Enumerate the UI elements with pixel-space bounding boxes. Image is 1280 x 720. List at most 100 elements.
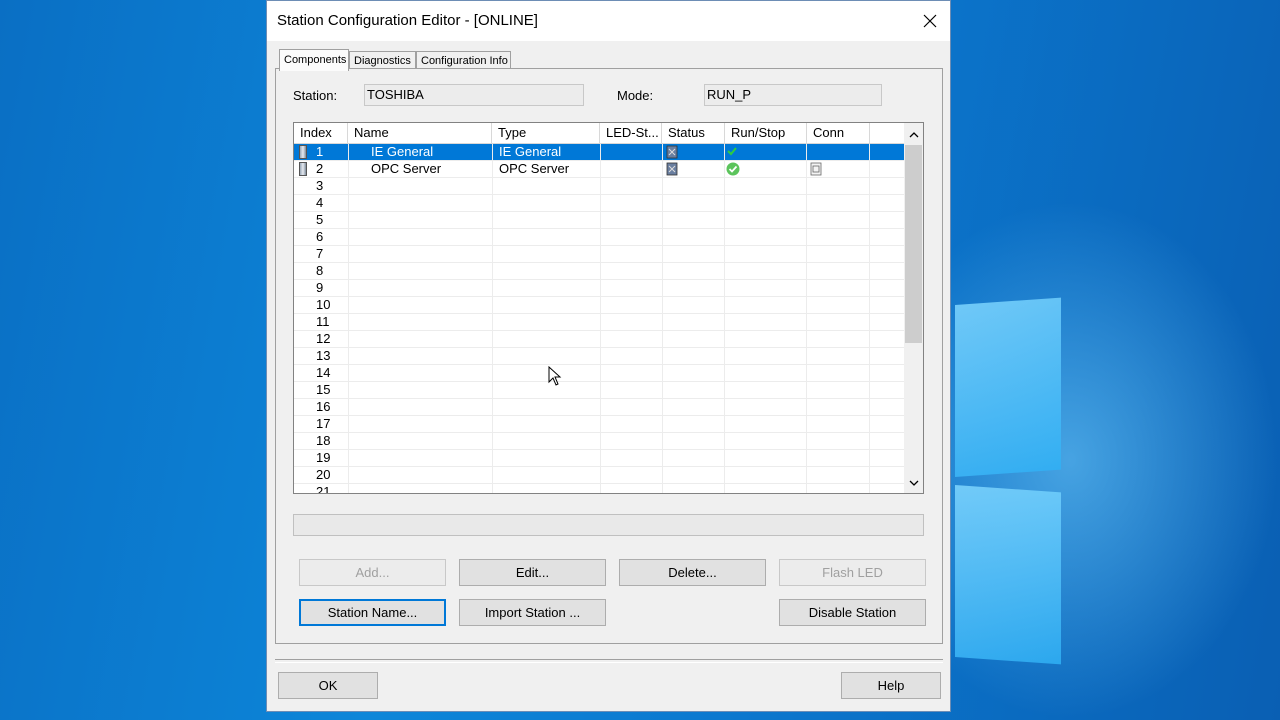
row-name [349, 263, 493, 279]
row-name [349, 229, 493, 245]
row-filler [870, 178, 904, 194]
row-index: 5 [294, 212, 349, 228]
row-status [663, 365, 725, 381]
table-row[interactable]: 11 [294, 314, 904, 331]
row-name: OPC Server [349, 161, 493, 177]
edit-button[interactable]: Edit... [459, 559, 606, 586]
row-status [663, 399, 725, 415]
table-row[interactable]: 9 [294, 280, 904, 297]
row-status [663, 195, 725, 211]
row-status [663, 297, 725, 313]
table-body: 1 IE General IE General 2 OPC Server OPC Serv… [294, 144, 904, 493]
table-row[interactable]: 13 [294, 348, 904, 365]
col-run-stop[interactable]: Run/Stop [725, 123, 807, 143]
help-button[interactable]: Help [841, 672, 941, 699]
row-led-status [601, 467, 663, 483]
vertical-scrollbar[interactable] [904, 123, 923, 493]
table-row[interactable]: 14 [294, 365, 904, 382]
table-row[interactable]: 16 [294, 399, 904, 416]
row-index: 14 [294, 365, 349, 381]
table-row[interactable]: 3 [294, 178, 904, 195]
table-row[interactable]: 1 IE General IE General [294, 144, 904, 161]
row-conn [807, 297, 870, 313]
row-conn [807, 178, 870, 194]
scroll-down-button[interactable] [904, 474, 923, 493]
station-name-button[interactable]: Station Name... [299, 599, 446, 626]
table-row[interactable]: 7 [294, 246, 904, 263]
row-conn [807, 246, 870, 262]
component-module-icon [299, 162, 307, 176]
connection-icon [810, 162, 822, 177]
row-run-stop [725, 263, 807, 279]
table-row[interactable]: 20 [294, 467, 904, 484]
row-status [663, 382, 725, 398]
table-row[interactable]: 19 [294, 450, 904, 467]
row-conn [807, 382, 870, 398]
tab-diagnostics[interactable]: Diagnostics [349, 51, 416, 69]
row-type: IE General [493, 144, 601, 160]
ok-button[interactable]: OK [278, 672, 378, 699]
table-row[interactable]: 2 OPC Server OPC Server [294, 161, 904, 178]
row-name [349, 365, 493, 381]
row-led-status [601, 144, 663, 160]
table-row[interactable]: 10 [294, 297, 904, 314]
row-run-stop [725, 178, 807, 194]
scroll-up-button[interactable] [904, 125, 923, 144]
row-filler [870, 382, 904, 398]
row-name [349, 399, 493, 415]
row-filler [870, 195, 904, 211]
table-row[interactable]: 18 [294, 433, 904, 450]
row-conn [807, 416, 870, 432]
row-name [349, 246, 493, 262]
scroll-thumb[interactable] [905, 145, 922, 343]
row-conn [807, 161, 870, 177]
row-run-stop [725, 467, 807, 483]
tab-components[interactable]: Components [279, 49, 349, 71]
close-button[interactable] [914, 5, 946, 37]
add-button[interactable]: Add... [299, 559, 446, 586]
title-bar[interactable]: Station Configuration Editor - [ONLINE] [267, 1, 950, 41]
row-run-stop [725, 450, 807, 466]
row-status [663, 246, 725, 262]
col-name[interactable]: Name [348, 123, 492, 143]
row-index: 8 [294, 263, 349, 279]
table-row[interactable]: 6 [294, 229, 904, 246]
import-station-button[interactable]: Import Station ... [459, 599, 606, 626]
row-index: 4 [294, 195, 349, 211]
table-row[interactable]: 12 [294, 331, 904, 348]
table-row[interactable]: 17 [294, 416, 904, 433]
row-type [493, 365, 601, 381]
table-row[interactable]: 8 [294, 263, 904, 280]
row-led-status [601, 399, 663, 415]
row-type [493, 297, 601, 313]
table-row[interactable]: 5 [294, 212, 904, 229]
col-status[interactable]: Status [662, 123, 725, 143]
row-type [493, 467, 601, 483]
disable-station-button[interactable]: Disable Station [779, 599, 926, 626]
flash-led-button[interactable]: Flash LED [779, 559, 926, 586]
row-filler [870, 161, 904, 177]
row-filler [870, 263, 904, 279]
table-row[interactable]: 21 [294, 484, 904, 493]
components-table[interactable]: Index Name Type LED-St... Status Run/Sto… [293, 122, 924, 494]
table-row[interactable]: 4 [294, 195, 904, 212]
row-name [349, 467, 493, 483]
col-type[interactable]: Type [492, 123, 600, 143]
row-type [493, 212, 601, 228]
row-index: 11 [294, 314, 349, 330]
row-led-status [601, 450, 663, 466]
table-row[interactable]: 15 [294, 382, 904, 399]
row-index: 12 [294, 331, 349, 347]
row-type: OPC Server [493, 161, 601, 177]
col-led-status[interactable]: LED-St... [600, 123, 662, 143]
row-run-stop [725, 144, 807, 160]
row-type [493, 484, 601, 493]
row-index: 10 [294, 297, 349, 313]
row-type [493, 382, 601, 398]
tab-configuration-info[interactable]: Configuration Info [416, 51, 511, 69]
col-conn[interactable]: Conn [807, 123, 870, 143]
col-index[interactable]: Index [294, 123, 348, 143]
windows-logo [955, 297, 1063, 665]
delete-button[interactable]: Delete... [619, 559, 766, 586]
footer-divider [275, 659, 943, 663]
